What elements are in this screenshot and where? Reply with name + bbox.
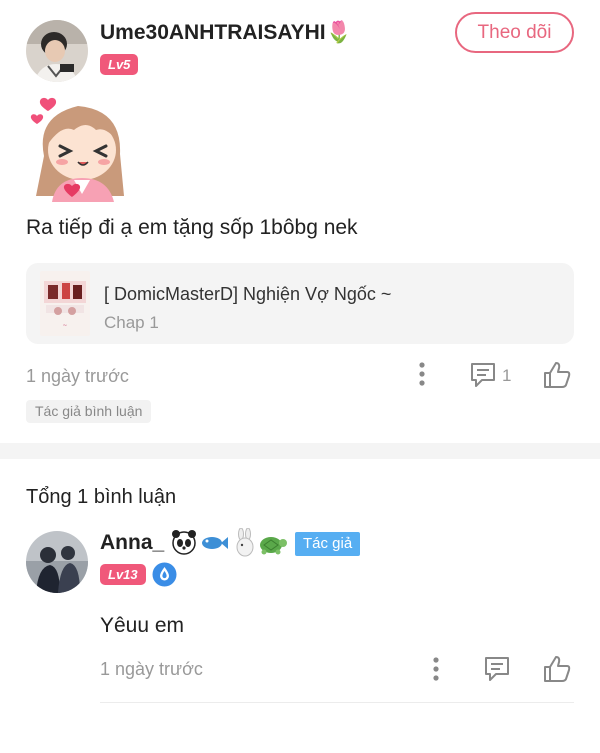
reply-separator: [100, 702, 574, 703]
reply-count: 1: [502, 366, 512, 385]
story-chapter[interactable]: Chap 1: [104, 313, 159, 333]
level-badge: Lv5: [100, 54, 139, 75]
replies-total: Tổng 1 bình luận: [26, 486, 177, 508]
follow-button[interactable]: Theo dõi: [455, 12, 574, 53]
story-thumbnail: ~: [40, 271, 90, 336]
section-divider: [0, 443, 600, 459]
reply-username[interactable]: Anna_: [100, 531, 164, 555]
commenter-avatar[interactable]: [26, 20, 88, 82]
reply-time: 1 ngày trước: [100, 659, 203, 679]
sticker-image: [26, 96, 132, 202]
reply-level-badge: Lv13: [100, 564, 146, 585]
reply-text: Yêuu em: [100, 614, 185, 637]
commenter-username[interactable]: Ume30ANHTRAISAYHI🌷: [100, 21, 352, 45]
svg-text:~: ~: [62, 322, 67, 329]
reply-avatar[interactable]: [26, 531, 88, 593]
author-tag: Tác giả: [295, 532, 361, 556]
reply-more-vertical-icon[interactable]: [425, 656, 447, 682]
username-emojis: [171, 527, 287, 558]
reply-like-thumb-icon[interactable]: [542, 654, 572, 684]
comment-icon[interactable]: [469, 361, 497, 389]
author-comment-tag: Tác giả bình luận: [26, 400, 152, 423]
comment-time: 1 ngày trước: [26, 366, 129, 386]
main-comment: Ume30ANHTRAISAYHI🌷 Lv5 Theo dõi Ra tiếp …: [0, 0, 600, 443]
reply-comment-icon[interactable]: [483, 655, 511, 683]
drop-badge-icon: [152, 562, 177, 587]
story-title[interactable]: [ DomicMasterD] Nghiện Vợ Ngốc ~: [104, 284, 391, 305]
comment-text: Ra tiếp đi ạ em tặng sốp 1bôbg nek: [26, 216, 358, 239]
like-thumb-icon[interactable]: [542, 360, 572, 390]
story-card[interactable]: ~ [ DomicMasterD] Nghiện Vợ Ngốc ~ Chap …: [26, 263, 574, 344]
more-vertical-icon[interactable]: [411, 361, 433, 387]
